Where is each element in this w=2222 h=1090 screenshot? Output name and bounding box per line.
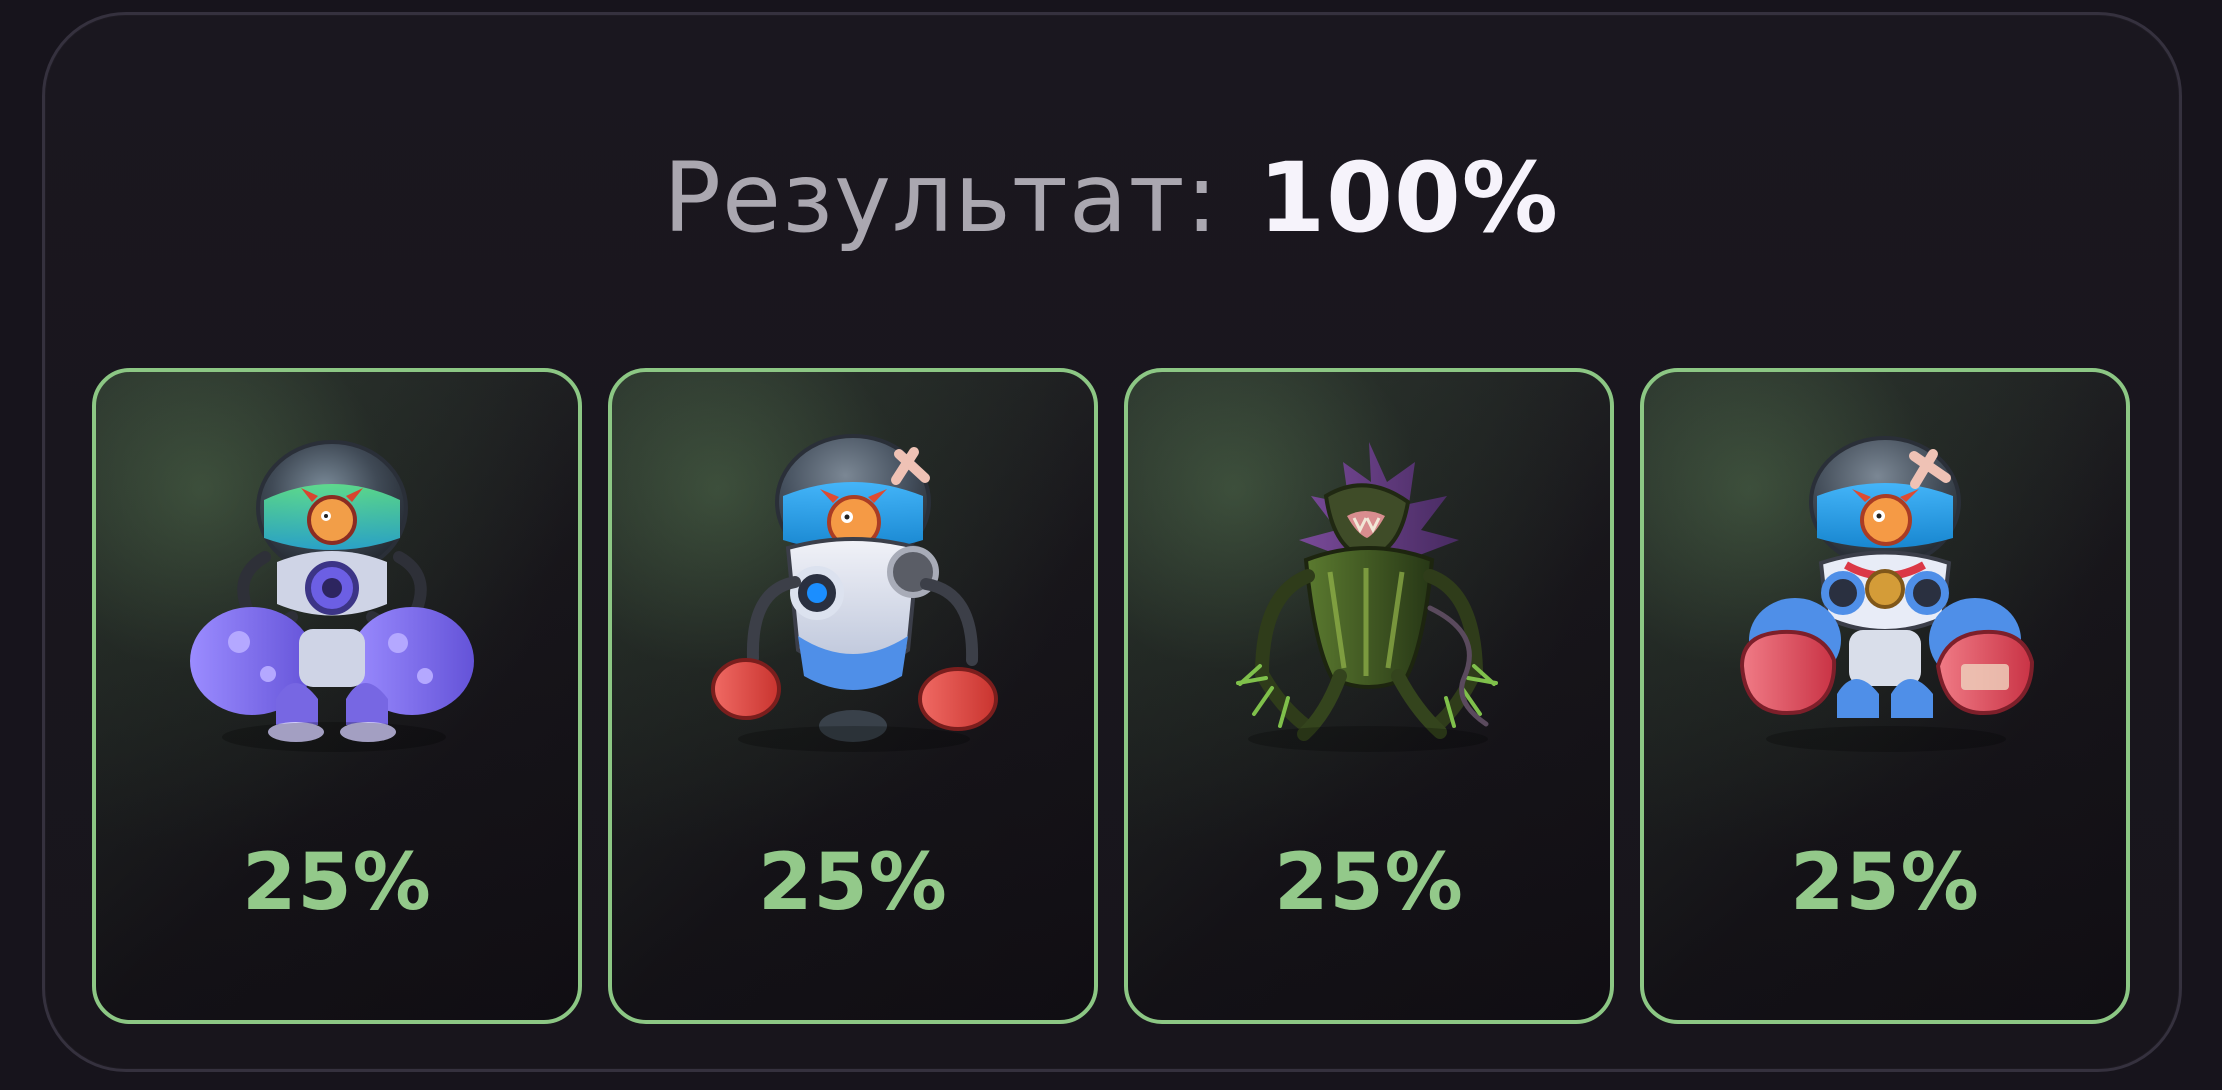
card-percent: 25%	[1274, 838, 1464, 928]
result-card-4[interactable]: 25%	[1640, 368, 2130, 1024]
red-blue-fish-mech-icon	[1739, 436, 2035, 752]
result-card-3[interactable]: 25%	[1124, 368, 1614, 1024]
purple-fish-mech-icon	[190, 440, 474, 752]
result-heading: Результат: 100%	[0, 150, 2222, 246]
card-percent: 25%	[242, 838, 432, 928]
boxing-capsule-robot-icon	[711, 434, 998, 752]
green-creature-icon	[1236, 442, 1498, 752]
result-value: 100%	[1258, 142, 1559, 254]
result-card-2[interactable]: 25%	[608, 368, 1098, 1024]
card-percent: 25%	[758, 838, 948, 928]
result-card-1[interactable]: 25%	[92, 368, 582, 1024]
card-percent: 25%	[1790, 838, 1980, 928]
result-label: Результат:	[663, 142, 1219, 254]
